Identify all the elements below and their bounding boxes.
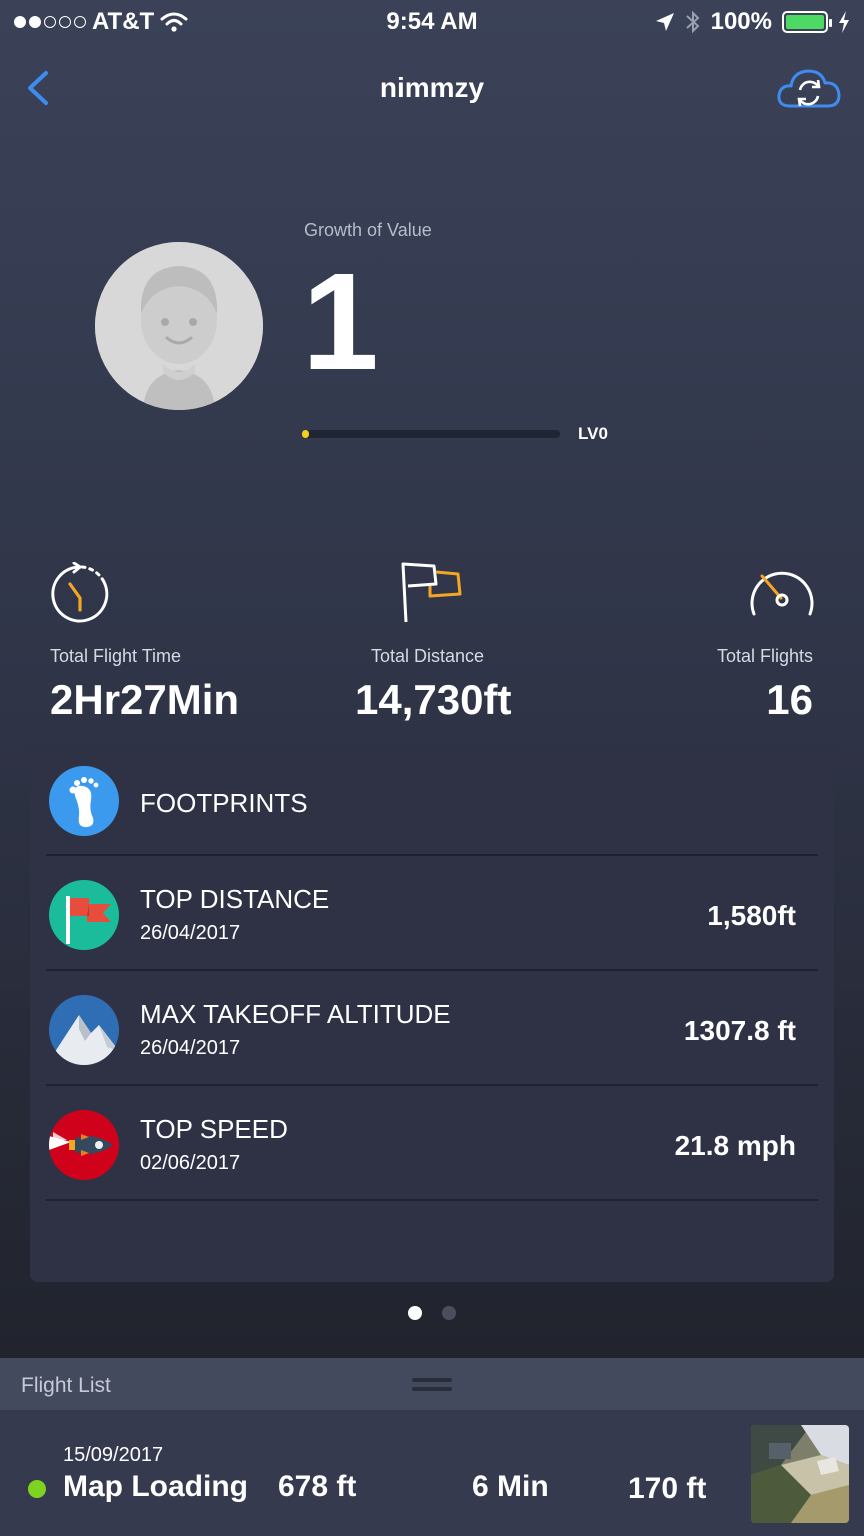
flight-list-title: Flight List bbox=[21, 1374, 111, 1397]
flight-date: 15/09/2017 bbox=[63, 1444, 164, 1466]
status-right-group: 100% bbox=[655, 8, 850, 36]
top-speed-value: 21.8 mph bbox=[674, 1130, 796, 1161]
stopwatch-icon bbox=[51, 562, 109, 623]
row-divider bbox=[46, 1199, 818, 1201]
total-flight-time-value: 2Hr27Min bbox=[50, 676, 240, 723]
top-speed-date: 02/06/2017 bbox=[140, 1152, 241, 1174]
growth-value: 1 bbox=[302, 245, 379, 399]
max-altitude-row[interactable]: MAX TAKEOFF ALTITUDE 26/04/2017 1307.8 f… bbox=[30, 971, 834, 1086]
page-indicator bbox=[0, 1306, 864, 1320]
flight-distance: 678 ft bbox=[278, 1470, 357, 1503]
battery-icon bbox=[782, 11, 832, 33]
level-progress-track bbox=[302, 430, 560, 438]
rocket-icon bbox=[49, 1110, 119, 1180]
max-altitude-date: 26/04/2017 bbox=[140, 1037, 241, 1059]
cloud-sync-button[interactable] bbox=[776, 66, 842, 112]
flight-location: Map Loading bbox=[63, 1470, 248, 1503]
mountain-icon bbox=[49, 995, 119, 1065]
red-flag-icon bbox=[49, 880, 119, 950]
total-flights-label: Total Flights bbox=[716, 646, 813, 666]
records-card: FOOTPRINTS TOP DISTANCE 26/04/2017 1,580… bbox=[30, 744, 834, 1282]
flight-status-dot bbox=[28, 1480, 46, 1498]
max-altitude-value: 1307.8 ft bbox=[683, 1015, 796, 1046]
bluetooth-icon bbox=[685, 10, 700, 34]
total-flight-time-label: Total Flight Time bbox=[50, 646, 182, 666]
max-altitude-title: MAX TAKEOFF ALTITUDE bbox=[140, 999, 451, 1029]
footprints-row[interactable]: FOOTPRINTS bbox=[30, 744, 834, 856]
top-speed-title: TOP SPEED bbox=[140, 1114, 288, 1144]
top-distance-date: 26/04/2017 bbox=[140, 922, 241, 944]
page-title: nimmzy bbox=[379, 72, 485, 103]
top-distance-value: 1,580ft bbox=[707, 900, 796, 931]
avatar[interactable] bbox=[95, 242, 263, 410]
battery-percent: 100% bbox=[710, 8, 772, 35]
page-dot-1[interactable] bbox=[408, 1306, 422, 1320]
page-dot-2[interactable] bbox=[442, 1306, 456, 1320]
flag-icon bbox=[401, 562, 462, 623]
location-arrow-icon bbox=[655, 13, 674, 31]
flight-altitude: 170 ft bbox=[628, 1472, 707, 1505]
flight-duration: 6 Min bbox=[472, 1470, 549, 1503]
growth-label: Growth of Value bbox=[304, 220, 432, 240]
drag-handle-icon[interactable] bbox=[412, 1387, 452, 1391]
total-distance-value: 14,730ft bbox=[355, 676, 512, 723]
cloud-sync-icon bbox=[777, 69, 841, 108]
level-label: LV0 bbox=[578, 424, 608, 443]
level-progress-fill bbox=[302, 430, 309, 438]
speedometer-icon bbox=[750, 571, 814, 616]
footprint-icon bbox=[49, 766, 119, 836]
charging-bolt-icon bbox=[839, 11, 849, 33]
flight-thumbnail[interactable] bbox=[751, 1425, 849, 1523]
status-bar: AT&T 9:54 AM 100% bbox=[0, 0, 864, 44]
drag-handle-icon[interactable] bbox=[412, 1378, 452, 1382]
flight-list-header[interactable] bbox=[0, 1358, 864, 1410]
top-distance-title: TOP DISTANCE bbox=[140, 884, 330, 914]
top-distance-row[interactable]: TOP DISTANCE 26/04/2017 1,580ft bbox=[30, 856, 834, 971]
total-flights-value: 16 bbox=[766, 676, 813, 723]
top-speed-row[interactable]: TOP SPEED 02/06/2017 21.8 mph bbox=[30, 1086, 834, 1201]
default-avatar-icon bbox=[95, 242, 263, 410]
total-distance-label: Total Distance bbox=[371, 646, 485, 666]
footprints-title: FOOTPRINTS bbox=[140, 788, 308, 818]
